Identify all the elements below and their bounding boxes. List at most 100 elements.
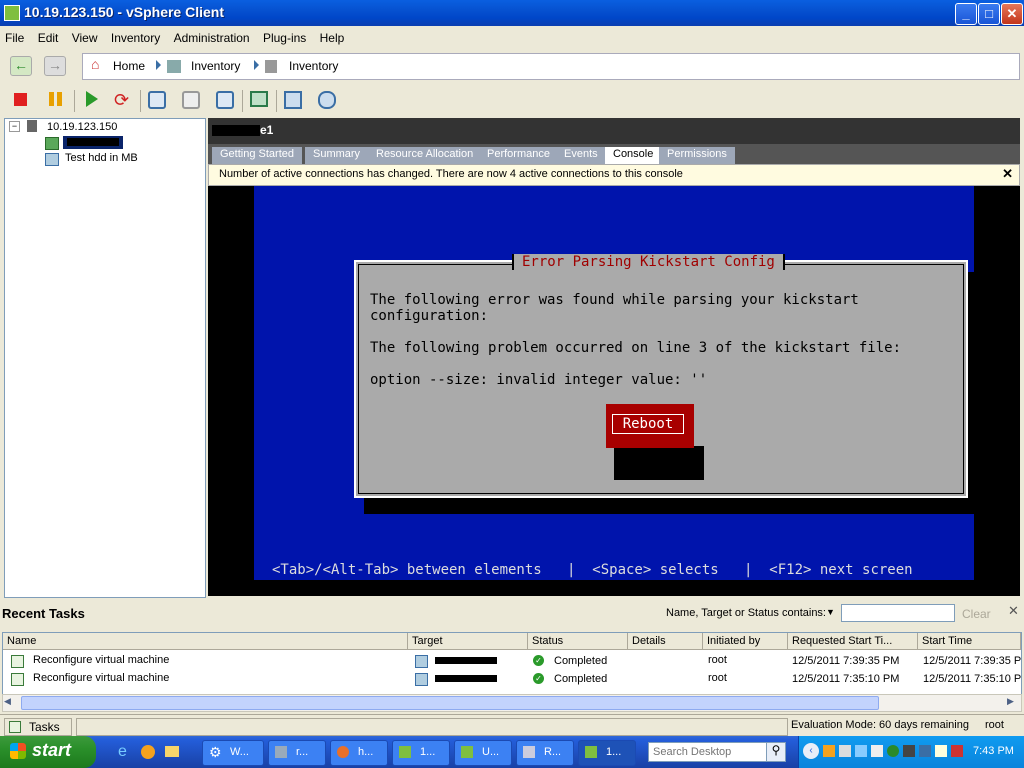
vm-powered-on-icon — [45, 137, 59, 150]
taskbar-task-label: U... — [482, 746, 500, 758]
firefox-icon[interactable] — [141, 745, 155, 759]
taskbar-task-5[interactable]: U... — [454, 740, 512, 766]
scroll-right-icon[interactable]: ▶ — [1007, 696, 1019, 708]
revert-snapshot-icon[interactable] — [182, 91, 200, 109]
tray-icon[interactable] — [823, 745, 835, 757]
menu-plugins[interactable]: Plug-ins — [258, 27, 311, 45]
breadcrumb-inventory-1[interactable]: Inventory — [191, 59, 240, 73]
dialog-title: Error Parsing Kickstart Config — [512, 254, 785, 270]
search-icon[interactable]: ⚲ — [766, 742, 786, 762]
start-button[interactable]: start — [0, 736, 96, 768]
edit-settings-icon[interactable] — [284, 91, 302, 109]
snapshot-manager-icon[interactable] — [216, 91, 234, 109]
desktop-search-input[interactable] — [648, 742, 770, 762]
col-initiated-by[interactable]: Initiated by — [703, 633, 788, 650]
taskbar-task-label: h... — [358, 746, 374, 758]
tab-summary[interactable]: Summary — [305, 147, 369, 164]
chevron-left-icon[interactable]: ‹ — [803, 743, 819, 759]
success-icon: ✓ — [533, 673, 544, 684]
clear-button[interactable]: Clear — [962, 607, 991, 621]
breadcrumb-home[interactable]: Home — [113, 59, 145, 73]
maximize-button[interactable]: □ — [978, 3, 1000, 25]
tab-events[interactable]: Events — [556, 147, 606, 164]
taskbar-task-4[interactable]: 1... — [392, 740, 450, 766]
scroll-thumb[interactable] — [21, 696, 879, 710]
col-requested-start[interactable]: Requested Start Ti... — [788, 633, 918, 650]
error-line-1: The following error was found while pars… — [370, 292, 859, 308]
clock: 7:43 PM — [973, 745, 1014, 757]
menu-inventory[interactable]: Inventory — [106, 27, 165, 45]
tray-icon[interactable] — [951, 745, 963, 757]
window-titlebar[interactable]: 10.19.123.150 - vSphere Client _ □ ✕ — [0, 0, 1024, 26]
breadcrumb-arrow-icon[interactable] — [156, 60, 161, 70]
task-initiated-by: root — [708, 672, 727, 684]
close-button[interactable]: ✕ — [1001, 3, 1023, 25]
close-icon[interactable]: ✕ — [1002, 166, 1013, 182]
vsphere-icon — [461, 746, 473, 758]
breadcrumb-arrow-icon[interactable] — [254, 60, 259, 70]
menu-view[interactable]: View — [67, 27, 103, 45]
chevron-down-icon[interactable]: ▼ — [826, 607, 835, 617]
tray-icon[interactable] — [935, 745, 947, 757]
taskbar-task-1[interactable]: ⚙ W... — [202, 740, 264, 766]
reset-icon[interactable]: ⟳ — [114, 91, 132, 109]
tray-icon[interactable] — [871, 745, 883, 757]
collapse-toggle-icon[interactable]: − — [9, 121, 20, 132]
col-details[interactable]: Details — [628, 633, 703, 650]
tab-performance[interactable]: Performance — [479, 147, 558, 164]
toolbar: ⟳ — [0, 84, 1024, 116]
menu-help[interactable]: Help — [315, 27, 350, 45]
taskbar-task-3[interactable]: h... — [330, 740, 388, 766]
menu-administration[interactable]: Administration — [169, 27, 255, 45]
forward-arrow-icon[interactable]: → — [44, 56, 66, 76]
tray-icon[interactable] — [919, 745, 931, 757]
snapshot-icon[interactable] — [148, 91, 166, 109]
tab-bar: Getting Started Summary Resource Allocat… — [208, 144, 1020, 164]
tray-icon[interactable] — [887, 745, 899, 757]
table-row[interactable]: Reconfigure virtual machine ✓ Completed … — [3, 670, 1021, 688]
pause-icon[interactable] — [48, 91, 66, 109]
stop-icon[interactable] — [14, 93, 27, 106]
back-arrow-icon[interactable]: ← — [10, 56, 32, 76]
remote-icon — [275, 746, 287, 758]
evaluation-status: Evaluation Mode: 60 days remaining — [791, 719, 969, 731]
tray-icon[interactable] — [903, 745, 915, 757]
tray-icon[interactable] — [839, 745, 851, 757]
breadcrumb-inventory-2[interactable]: Inventory — [289, 59, 338, 73]
console-icon[interactable] — [250, 91, 268, 107]
taskbar-task-label: W... — [230, 746, 249, 758]
windows-logo-icon — [10, 743, 26, 759]
tab-console[interactable]: Console — [605, 147, 662, 164]
col-name[interactable]: Name — [3, 633, 408, 650]
minimize-button[interactable]: _ — [955, 3, 977, 25]
tray-icon[interactable] — [855, 745, 867, 757]
vm-console[interactable]: Error Parsing Kickstart Config The follo… — [208, 186, 1020, 596]
connect-device-icon[interactable] — [318, 91, 336, 109]
tree-host[interactable]: 10.19.123.150 — [47, 121, 117, 133]
filter-input[interactable] — [841, 604, 955, 622]
table-row[interactable]: Reconfigure virtual machine ✓ Completed … — [3, 652, 1021, 670]
tasks-button[interactable]: Tasks — [4, 718, 72, 736]
tab-getting-started[interactable]: Getting Started — [212, 147, 302, 164]
close-icon[interactable]: ✕ — [1008, 603, 1019, 619]
tab-permissions[interactable]: Permissions — [659, 147, 735, 164]
tree-vm-selected[interactable] — [63, 136, 123, 149]
ie-icon[interactable]: e — [118, 743, 127, 761]
tab-resource-allocation[interactable]: Resource Allocation — [368, 147, 482, 164]
taskbar-task-2[interactable]: r... — [268, 740, 326, 766]
status-field — [76, 718, 788, 736]
taskbar-task-7-active[interactable]: 1... — [578, 740, 636, 766]
col-target[interactable]: Target — [408, 633, 528, 650]
scroll-left-icon[interactable]: ◀ — [4, 696, 16, 708]
reboot-button[interactable]: Reboot — [606, 404, 694, 448]
folder-icon[interactable] — [165, 746, 179, 757]
menu-edit[interactable]: Edit — [33, 27, 64, 45]
horizontal-scrollbar[interactable]: ◀ ▶ — [2, 694, 1022, 712]
col-status[interactable]: Status — [528, 633, 628, 650]
tree-vm-test-hdd[interactable]: Test hdd in MB — [65, 152, 138, 164]
col-start-time[interactable]: Start Time — [918, 633, 1021, 650]
task-initiated-by: root — [708, 654, 727, 666]
menu-file[interactable]: File — [0, 27, 29, 45]
play-icon[interactable] — [84, 91, 102, 109]
taskbar-task-6[interactable]: R... — [516, 740, 574, 766]
